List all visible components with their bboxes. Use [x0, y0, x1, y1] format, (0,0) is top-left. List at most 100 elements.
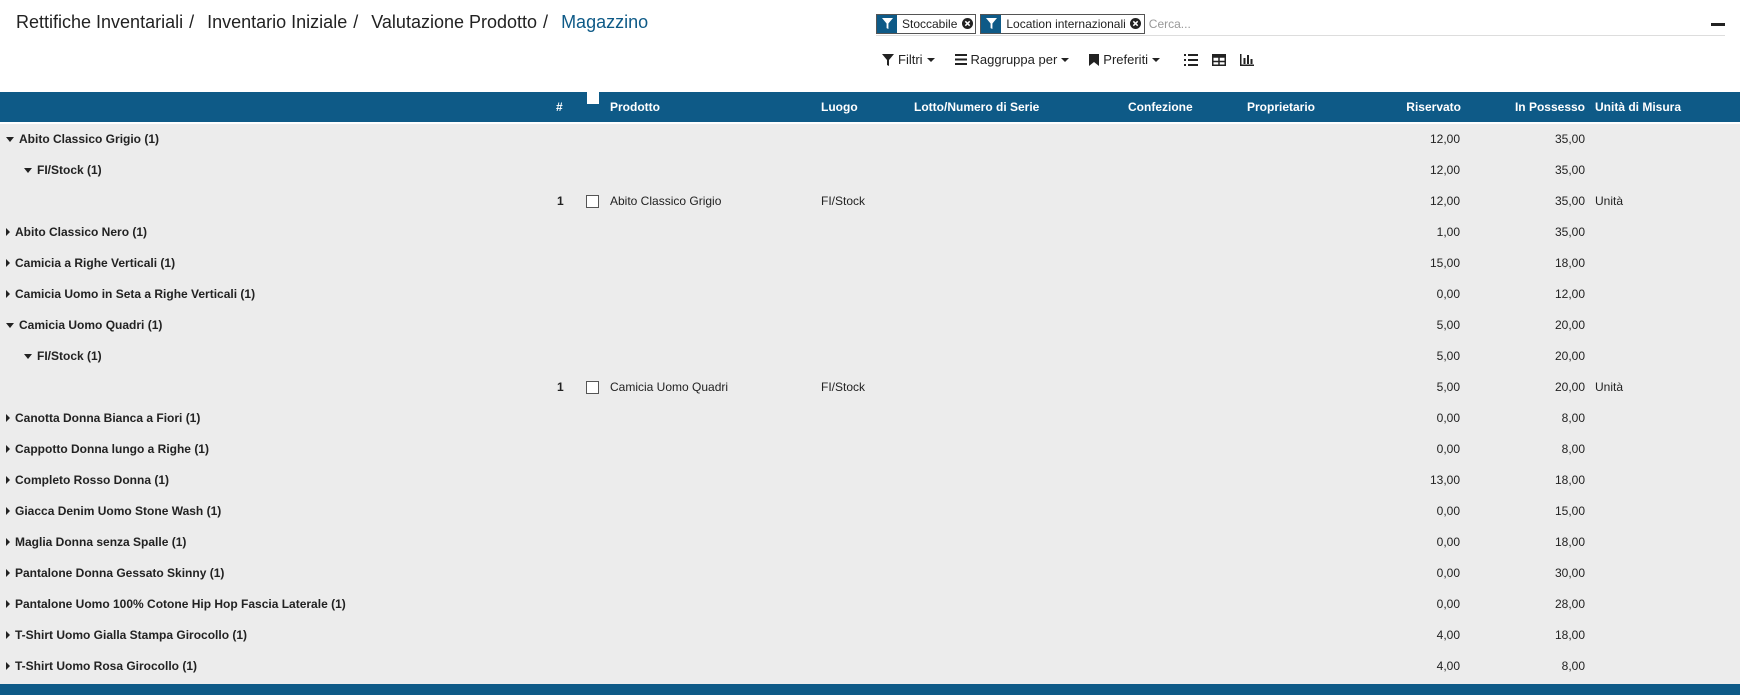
group-label[interactable]: Camicia Uomo in Seta a Righe Verticali (…	[6, 279, 255, 309]
group-name: T-Shirt Uomo Rosa Girocollo (1)	[15, 659, 198, 673]
filters-label: Filtri	[898, 52, 923, 67]
group-label[interactable]: Completo Rosso Donna (1)	[6, 465, 169, 495]
group-name: Camicia a Righe Verticali (1)	[15, 256, 176, 270]
cell-onhand: 8,00	[1561, 659, 1585, 673]
caret-right-icon	[6, 228, 10, 236]
cell-reserved: 13,00	[1429, 473, 1460, 487]
row-number: 1	[557, 194, 564, 208]
col-header-owner[interactable]: Proprietario	[1247, 92, 1315, 122]
group-row[interactable]: Giacca Denim Uomo Stone Wash (1) 0,00 15,0…	[0, 496, 1740, 526]
caret-right-icon	[6, 569, 10, 577]
group-label[interactable]: Camicia a Righe Verticali (1)	[6, 248, 175, 278]
cell-reserved: 15,00	[1429, 256, 1460, 270]
group-row[interactable]: Camicia Uomo Quadri (1) 5,00 20,00	[0, 310, 1740, 340]
col-header-lot[interactable]: Lotto/Numero di Serie	[914, 92, 1039, 122]
group-label[interactable]: Abito Classico Grigio (1)	[6, 124, 159, 154]
group-row[interactable]: T-Shirt Uomo Gialla Stampa Girocollo (1)…	[0, 620, 1740, 650]
caret-right-icon	[6, 414, 10, 422]
group-row[interactable]: Cappotto Donna lungo a Righe (1) 0,00 8,00	[0, 434, 1740, 464]
caret-right-icon	[6, 290, 10, 298]
group-label[interactable]: FI/Stock (1)	[24, 341, 102, 371]
group-label[interactable]: Cappotto Donna lungo a Righe (1)	[6, 434, 209, 464]
group-row[interactable]: Pantalone Donna Gessato Skinny (1) 0,00 30…	[0, 558, 1740, 588]
col-header-product[interactable]: Prodotto	[610, 92, 660, 122]
group-row[interactable]: T-Shirt Uomo Rosa Girocollo (1) 4,00 8,00	[0, 651, 1740, 681]
caret-right-icon	[6, 507, 10, 515]
group-name: Canotta Donna Bianca a Fiori (1)	[15, 411, 201, 425]
group-row[interactable]: Camicia a Righe Verticali (1) 15,00 18,00	[0, 248, 1740, 278]
group-label[interactable]: Pantalone Uomo 100% Cotone Hip Hop Fasci…	[6, 589, 346, 619]
select-all-checkbox[interactable]	[587, 92, 599, 104]
table-row[interactable]: 1 Camicia Uomo Quadri FI/Stock Unità 5,00 20,…	[0, 372, 1740, 402]
pivot-view-icon	[1212, 53, 1227, 66]
col-header-number: #	[556, 100, 563, 114]
col-header-uom[interactable]: Unità di Misura	[1595, 92, 1681, 122]
cell-uom: Unità	[1595, 194, 1624, 208]
caret-down-icon	[926, 57, 935, 62]
cell-reserved: 12,00	[1429, 194, 1460, 208]
group-label[interactable]: Camicia Uomo Quadri (1)	[6, 310, 162, 340]
group-label[interactable]: FI/Stock (1)	[24, 155, 102, 185]
group-row[interactable]: Pantalone Uomo 100% Cotone Hip Hop Fasci…	[0, 589, 1740, 619]
row-checkbox[interactable]	[586, 195, 599, 208]
group-label[interactable]: Pantalone Donna Gessato Skinny (1)	[6, 558, 224, 588]
group-name: Giacca Denim Uomo Stone Wash (1)	[15, 504, 222, 518]
group-label[interactable]: T-Shirt Uomo Rosa Girocollo (1)	[6, 651, 197, 681]
caret-right-icon	[6, 662, 10, 670]
caret-down-icon	[6, 137, 14, 142]
group-name: T-Shirt Uomo Gialla Stampa Girocollo (1)	[15, 628, 248, 642]
remove-facet-icon[interactable]	[961, 15, 975, 33]
caret-down-icon	[1061, 57, 1070, 62]
pivot-view-button[interactable]	[1212, 53, 1227, 66]
group-name: Pantalone Uomo 100% Cotone Hip Hop Fasci…	[15, 597, 346, 611]
groupby-dropdown[interactable]: Raggruppa per	[954, 52, 1070, 67]
table-footer	[0, 684, 1740, 695]
group-row[interactable]: Abito Classico Grigio (1) 12,00 35,00	[0, 124, 1740, 154]
facet-label: Stoccabile	[902, 16, 958, 31]
search-input[interactable]	[1148, 13, 1725, 34]
list-view-button[interactable]	[1184, 53, 1199, 66]
group-row[interactable]: Maglia Donna senza Spalle (1) 0,00 18,00	[0, 527, 1740, 557]
bars-icon	[954, 54, 967, 65]
cell-product: Abito Classico Grigio	[610, 194, 722, 208]
breadcrumb-item-adjustments[interactable]: Rettifiche Inventariali	[16, 12, 183, 32]
favorites-label: Preferiti	[1103, 52, 1149, 67]
group-row[interactable]: Canotta Donna Bianca a Fiori (1) 0,00 8,00	[0, 403, 1740, 433]
subgroup-row[interactable]: FI/Stock (1) 12,00 35,00	[0, 155, 1740, 185]
group-label[interactable]: T-Shirt Uomo Gialla Stampa Girocollo (1)	[6, 620, 247, 650]
caret-right-icon	[6, 600, 10, 608]
row-checkbox[interactable]	[586, 381, 599, 394]
minimize-icon[interactable]	[1711, 23, 1725, 26]
col-header-reserved[interactable]: Riservato	[1406, 92, 1461, 122]
breadcrumb-separator: /	[189, 12, 195, 32]
group-label[interactable]: Maglia Donna senza Spalle (1)	[6, 527, 186, 557]
col-header-onhand[interactable]: In Possesso	[1515, 92, 1585, 122]
filters-dropdown[interactable]: Filtri	[882, 52, 935, 67]
group-row[interactable]: Abito Classico Nero (1) 1,00 35,00	[0, 217, 1740, 247]
search-facet-location: Location internazionali	[980, 13, 1145, 34]
breadcrumb-item-initial-inventory[interactable]: Inventario Iniziale	[207, 12, 347, 32]
table-row[interactable]: 1 Abito Classico Grigio FI/Stock Unità 12,00…	[0, 186, 1740, 216]
group-label[interactable]: Giacca Denim Uomo Stone Wash (1)	[6, 496, 221, 526]
cell-reserved: 0,00	[1436, 535, 1460, 549]
cell-reserved: 12,00	[1429, 163, 1460, 177]
group-row[interactable]: Camicia Uomo in Seta a Righe Verticali (…	[0, 279, 1740, 309]
group-name: Abito Classico Grigio (1)	[19, 132, 160, 146]
favorites-dropdown[interactable]: Preferiti	[1089, 52, 1161, 67]
col-header-location[interactable]: Luogo	[821, 92, 858, 122]
cell-reserved: 0,00	[1436, 442, 1460, 456]
subgroup-row[interactable]: FI/Stock (1) 5,00 20,00	[0, 341, 1740, 371]
cell-onhand: 20,00	[1554, 380, 1585, 394]
caret-right-icon	[6, 538, 10, 546]
control-panel: Rettifiche Inventariali / Inventario Iniz…	[0, 0, 1740, 92]
breadcrumb-item-valuation[interactable]: Valutazione Prodotto	[371, 12, 537, 32]
col-header-package[interactable]: Confezione	[1128, 92, 1193, 122]
group-label[interactable]: Canotta Donna Bianca a Fiori (1)	[6, 403, 200, 433]
remove-facet-icon[interactable]	[1130, 15, 1144, 33]
cell-reserved: 5,00	[1436, 318, 1460, 332]
row-number: 1	[557, 380, 564, 394]
group-label[interactable]: Abito Classico Nero (1)	[6, 217, 147, 247]
cell-reserved: 0,00	[1436, 566, 1460, 580]
graph-view-button[interactable]	[1240, 53, 1255, 66]
group-row[interactable]: Completo Rosso Donna (1) 13,00 18,00	[0, 465, 1740, 495]
